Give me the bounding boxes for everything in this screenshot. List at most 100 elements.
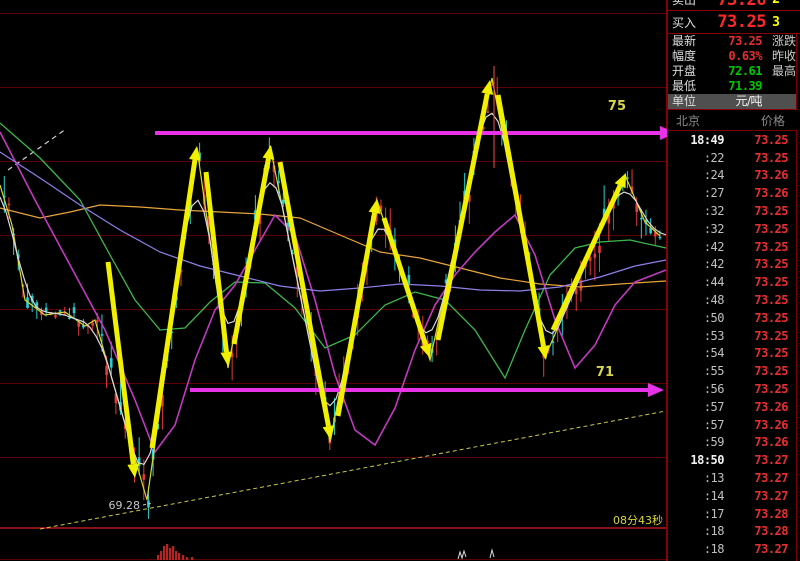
volume-bar xyxy=(163,546,165,560)
tick-list[interactable]: 18:4973.25:2273.25:2473.26:2773.26:3273.… xyxy=(668,130,797,561)
trading-app: 757169.2808分43秒 卖出 73.26 2 买入 73.25 3 最新… xyxy=(0,0,800,561)
volume-bar xyxy=(157,555,159,560)
volume-bar xyxy=(166,544,168,560)
volume-bar xyxy=(191,557,193,560)
quote-value: 元/吨 xyxy=(706,94,762,109)
tick-time: :27 xyxy=(668,186,724,200)
tick-time: :18 xyxy=(668,524,724,538)
tick-row: :18 73.27 xyxy=(668,540,796,558)
tick-price: 73.27 xyxy=(754,471,796,485)
tick-row: :2273.25 xyxy=(668,149,796,167)
tick-time: :18 xyxy=(668,542,724,556)
tick-price: 73.25 xyxy=(754,293,796,307)
sell-quote-row[interactable]: 卖出 73.26 2 xyxy=(668,0,800,11)
quote-label: 最低 xyxy=(672,79,706,94)
tick-price: 73.25 xyxy=(754,222,796,236)
tick-row: :24 73.26 xyxy=(668,167,796,185)
candle-body xyxy=(105,366,108,375)
tick-price: 73.25 xyxy=(754,133,796,147)
tick-price: 73.25 xyxy=(754,240,796,254)
tick-price: 73.26 xyxy=(754,400,796,414)
tick-time: :59 xyxy=(668,435,724,449)
tick-row: :1373.27 xyxy=(668,469,796,487)
candle-body xyxy=(45,308,48,312)
tick-price: 73.26 xyxy=(754,168,796,182)
volume-bar xyxy=(160,551,162,560)
candle-body xyxy=(91,323,94,326)
quote-second-label: 昨收 xyxy=(772,49,796,64)
quote-summary-box: 最新73.25涨跌幅度0.63%昨收开盘72.61最高最低71.39单位元/吨 xyxy=(668,34,797,110)
tick-time: :53 xyxy=(668,329,724,343)
candle-body xyxy=(282,200,285,204)
quote-row-1: 幅度0.63% 昨收 xyxy=(668,49,796,64)
tick-time: :57 xyxy=(668,400,724,414)
tick-time: :56 xyxy=(668,382,724,396)
quote-second-label: 涨跌 xyxy=(772,34,796,49)
tick-row: :48 73.25 xyxy=(668,291,796,309)
tick-time: :44 xyxy=(668,275,724,289)
tick-time: 18:50 xyxy=(668,453,724,467)
tick-row: :1773.28 xyxy=(668,505,796,523)
lower-level-label: 71 xyxy=(596,365,614,380)
tick-price: 73.28 xyxy=(754,524,796,538)
volume-bar xyxy=(172,546,174,560)
tick-price: 73.27 xyxy=(754,453,796,467)
candle-body xyxy=(59,310,62,312)
tick-price: 73.25 xyxy=(754,204,796,218)
tick-price: 73.27 xyxy=(754,542,796,556)
tick-row: :5073.25 xyxy=(668,309,796,327)
tick-time: :24 xyxy=(668,168,724,182)
tick-time: :22 xyxy=(668,151,724,165)
sell-label: 卖出 xyxy=(668,0,702,8)
tick-price: 73.25 xyxy=(754,257,796,271)
tick-price: 73.25 xyxy=(754,311,796,325)
tick-row: :56 73.25 xyxy=(668,380,796,398)
price-column-header: 价格 xyxy=(761,112,797,129)
candle-body xyxy=(54,315,57,317)
tick-time: :32 xyxy=(668,222,724,236)
kline-chart[interactable]: 757169.2808分43秒 xyxy=(0,0,667,561)
tick-price: 73.26 xyxy=(754,186,796,200)
candle-body xyxy=(73,307,76,313)
candle-body xyxy=(96,320,99,322)
kline-chart-pane[interactable]: 757169.2808分43秒 xyxy=(0,0,667,561)
candle-body xyxy=(640,218,643,220)
volume-bar xyxy=(175,551,177,560)
quote-row-2: 开盘72.61最高 xyxy=(668,64,796,79)
quote-value: 72.61 xyxy=(706,64,762,79)
tick-row: 18:4973.25 xyxy=(668,131,796,149)
buy-label: 买入 xyxy=(668,14,702,31)
buy-qty: 3 xyxy=(772,15,800,30)
buy-quote-row[interactable]: 买入 73.25 3 xyxy=(668,11,800,34)
quote-value: 71.39 xyxy=(706,79,762,94)
buy-price: 73.25 xyxy=(702,12,766,32)
tick-row: :5573.25 xyxy=(668,362,796,380)
tick-price: 73.25 xyxy=(754,364,796,378)
candle-body xyxy=(594,254,597,258)
tick-time: :48 xyxy=(668,293,724,307)
tick-row: 18:50 73.27 xyxy=(668,451,796,469)
quote-value: 73.25 xyxy=(706,34,762,49)
quote-second-label: 最高 xyxy=(772,64,796,79)
tick-row: :4273.25 xyxy=(668,238,796,256)
quote-label: 幅度 xyxy=(672,49,706,64)
tick-time: :57 xyxy=(668,418,724,432)
candle-body xyxy=(101,334,104,336)
tick-time: :17 xyxy=(668,507,724,521)
tick-row: :32 73.25 xyxy=(668,220,796,238)
tick-row: :5373.25 xyxy=(668,327,796,345)
tick-time: :54 xyxy=(668,346,724,360)
quote-label: 单位 xyxy=(672,94,706,109)
tick-time: :42 xyxy=(668,257,724,271)
tick-row: :5473.25 xyxy=(668,345,796,363)
tick-time: :14 xyxy=(668,489,724,503)
tick-row: :57 73.26 xyxy=(668,398,796,416)
candle-body xyxy=(487,111,490,113)
tick-price: 73.25 xyxy=(754,382,796,396)
volume-bar xyxy=(186,557,188,560)
upper-level-label: 75 xyxy=(608,99,626,114)
tick-price: 73.26 xyxy=(754,418,796,432)
sell-qty: 2 xyxy=(772,0,800,7)
tick-row: :1473.27 xyxy=(668,487,796,505)
quote-value: 0.63% xyxy=(706,49,762,64)
